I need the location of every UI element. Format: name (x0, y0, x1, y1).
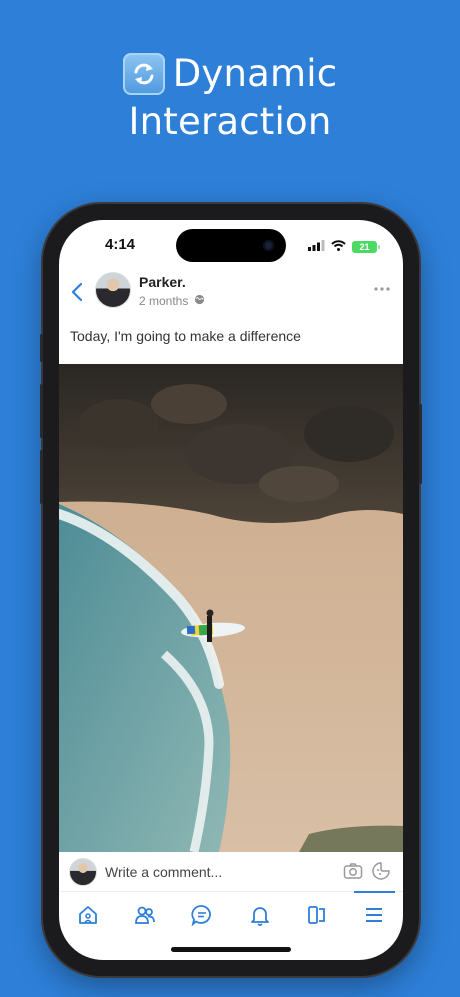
post-meta: 2 months (139, 294, 205, 308)
status-bar: 4:14 21 (59, 220, 403, 270)
wifi-icon (331, 238, 346, 256)
author-name[interactable]: Parker. (139, 274, 186, 290)
user-avatar (69, 858, 97, 886)
more-options-icon[interactable] (373, 276, 391, 297)
menu-icon (362, 903, 386, 932)
pages-icon (305, 903, 329, 932)
tab-pages[interactable] (288, 892, 345, 942)
friends-icon (133, 903, 157, 932)
author-name-text: Parker (139, 274, 182, 290)
refresh-emoji-icon (122, 53, 165, 95)
camera-icon[interactable] (343, 862, 363, 885)
tab-messages[interactable] (174, 892, 231, 942)
home-icon (76, 903, 100, 932)
promo-headline: Dynamic Interaction (0, 50, 460, 146)
messages-icon (190, 903, 214, 932)
headline-line-2: Interaction (128, 100, 332, 143)
battery-icon: 21 (352, 241, 380, 253)
post-header: Parker. 2 months (59, 270, 403, 314)
author-avatar[interactable] (95, 272, 131, 308)
cellular-signal-icon (308, 238, 325, 256)
power-button (419, 404, 422, 484)
tab-bar (59, 891, 403, 942)
headline-line-1: Dynamic (172, 52, 338, 95)
post-photo[interactable] (59, 364, 403, 852)
notifications-icon (248, 903, 272, 932)
volume-up-button (40, 384, 43, 438)
tab-home[interactable] (59, 892, 116, 942)
author-name-suffix: . (181, 274, 186, 290)
dynamic-island (176, 229, 286, 262)
status-icons: 21 (308, 238, 380, 256)
post-timestamp: 2 months (139, 294, 189, 308)
phone-screen: 4:14 21 Parker. 2 months Today, I'm goin… (59, 220, 403, 960)
back-chevron-icon[interactable] (71, 282, 83, 306)
tab-menu[interactable] (346, 891, 403, 942)
front-camera-icon (263, 240, 274, 251)
comment-bar (59, 852, 403, 892)
volume-down-button (40, 450, 43, 504)
tab-friends[interactable] (116, 892, 173, 942)
mute-switch (40, 334, 43, 362)
status-time: 4:14 (105, 236, 136, 253)
sticker-icon[interactable] (371, 861, 391, 886)
globe-icon (194, 294, 205, 308)
post-caption: Today, I'm going to make a difference (70, 328, 301, 344)
tab-notifications[interactable] (231, 892, 288, 942)
home-indicator[interactable] (171, 947, 291, 952)
phone-frame: 4:14 21 Parker. 2 months Today, I'm goin… (40, 204, 422, 976)
comment-input[interactable] (105, 861, 325, 883)
